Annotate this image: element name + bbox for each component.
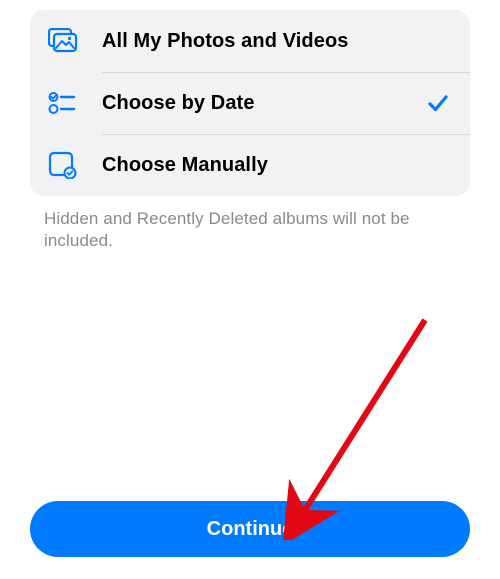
checklist-icon [48, 91, 102, 115]
option-choose-by-date[interactable]: Choose by Date [30, 72, 470, 134]
checkmark-icon [424, 92, 452, 114]
option-label: Choose Manually [102, 154, 424, 177]
footnote-text: Hidden and Recently Deleted albums will … [30, 196, 470, 252]
select-manual-icon [48, 151, 102, 179]
option-label: All My Photos and Videos [102, 30, 424, 53]
continue-button[interactable]: Continue [30, 501, 470, 557]
photos-stack-icon [48, 28, 102, 54]
options-card: All My Photos and Videos Choose by Date [30, 10, 470, 196]
option-choose-manually[interactable]: Choose Manually [30, 134, 470, 196]
option-all-photos[interactable]: All My Photos and Videos [30, 10, 470, 72]
option-label: Choose by Date [102, 92, 424, 115]
